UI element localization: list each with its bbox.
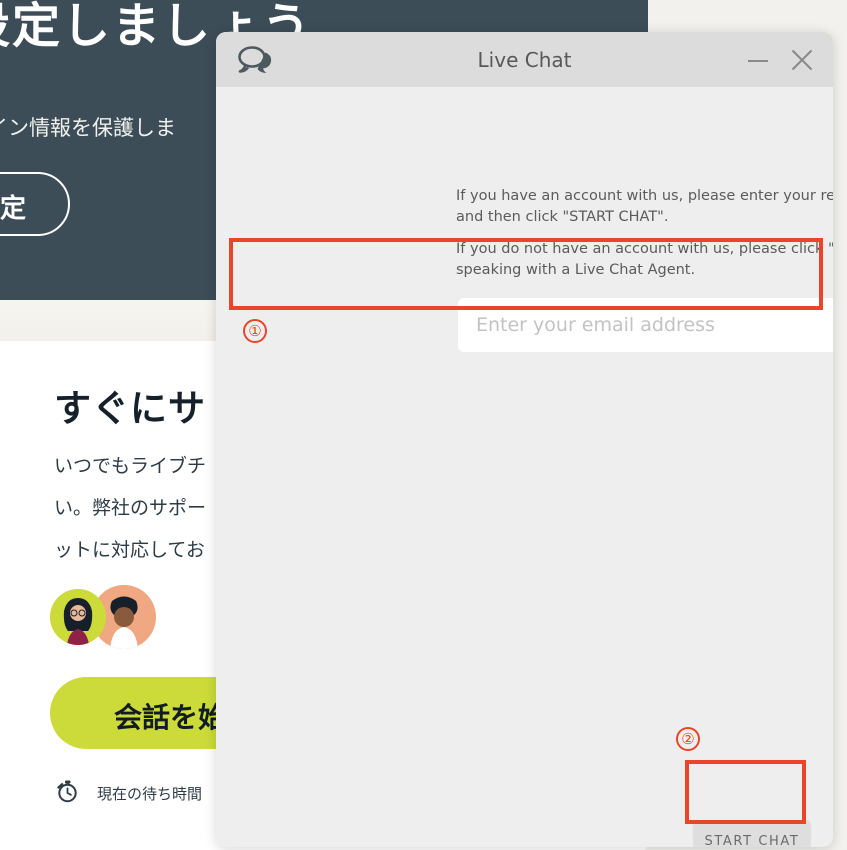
live-chat-dialog: Live Chat If you have an account with us… [216,32,833,847]
wait-time-row: 現在の待ち時間 [54,778,202,809]
avatar-agent-female [50,589,106,645]
dialog-title: Live Chat [477,47,572,72]
dialog-body: If you have an account with us, please e… [216,87,833,847]
wait-time-label: 現在の待ち時間 [97,785,203,803]
email-input[interactable] [458,298,833,352]
start-conversation-label: 会話を始 [114,701,227,734]
close-icon[interactable] [789,47,815,73]
stopwatch-icon [54,778,80,809]
hero-subtitle: グイン情報を保護しま [0,116,176,140]
minimize-icon[interactable] [745,47,771,73]
intro-paragraph-1: If you have an account with us, please e… [456,188,833,225]
support-card-body-line: いつでもライブチ [54,455,207,477]
hero-button-label: 定 [0,194,27,224]
hero-outline-button[interactable]: 定 [0,172,70,236]
support-card-body-line: ットに対応してお [54,539,205,561]
support-card-body-line: い。弊社のサポー [54,497,207,519]
window-controls [745,32,815,87]
dialog-header: Live Chat [216,32,833,87]
intro-paragraph-2: If you do not have an account with us, p… [456,241,833,278]
speech-bubbles-icon [235,44,275,76]
support-card-title: すぐにサ [54,389,206,430]
start-chat-button[interactable]: START CHAT [693,820,811,847]
